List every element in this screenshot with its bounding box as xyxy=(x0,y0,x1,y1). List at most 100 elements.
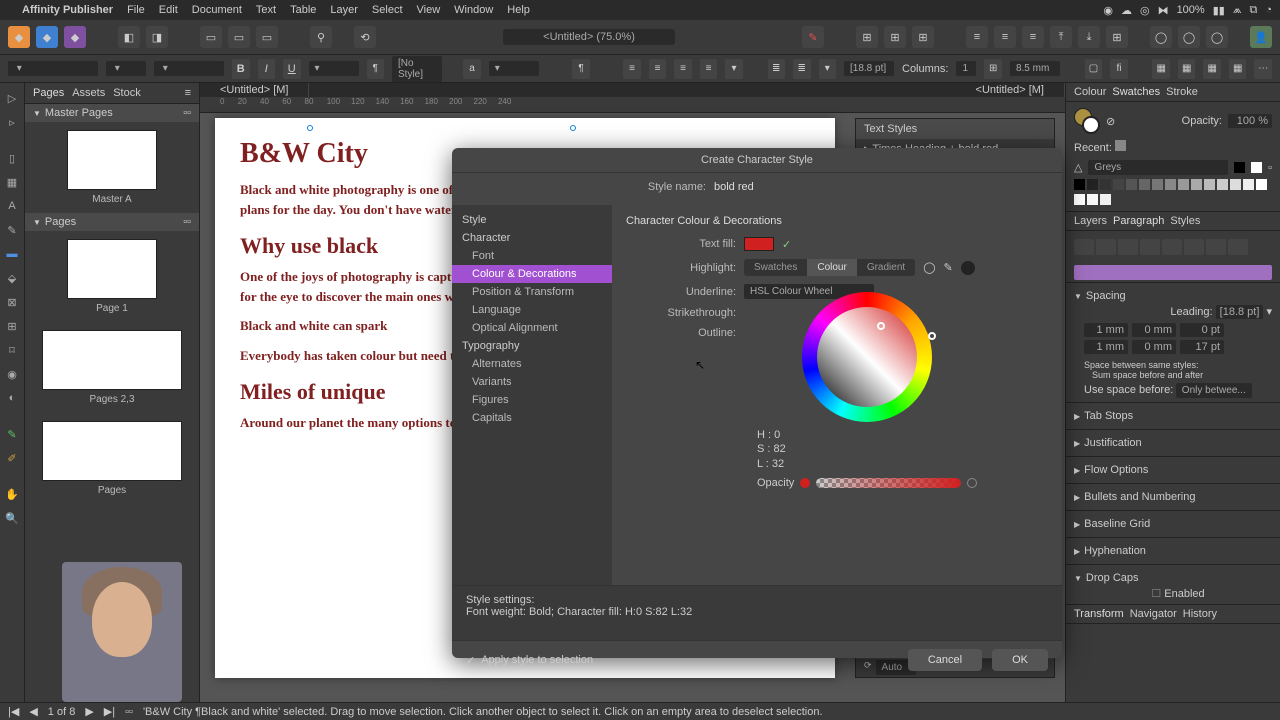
opacity-value[interactable]: 100 % xyxy=(1228,114,1272,128)
wifi-icon[interactable]: ⩕ xyxy=(1233,4,1242,17)
side-typography[interactable]: Typography xyxy=(452,337,612,355)
toolbar-snap-1[interactable]: ◯ xyxy=(1150,26,1172,48)
toolbar-align-2[interactable]: ⊞ xyxy=(884,26,906,48)
seg-swatches[interactable]: Swatches xyxy=(744,259,807,276)
vector-crop-tool[interactable]: ⌑ xyxy=(3,341,21,359)
cc-icon[interactable]: ◎ xyxy=(1140,4,1150,17)
colour-mode-segmented[interactable]: Swatches Colour Gradient xyxy=(744,259,915,276)
selection-handle[interactable] xyxy=(307,125,313,131)
text-fill-colour[interactable] xyxy=(744,237,774,251)
nav-first-icon[interactable]: |◀ xyxy=(8,705,19,718)
toolbar-arrange-2[interactable]: ≡ xyxy=(994,26,1016,48)
fill-tool[interactable]: ◉ xyxy=(3,365,21,383)
seg-gradient[interactable]: Gradient xyxy=(857,259,915,276)
tab-layers[interactable]: Layers xyxy=(1074,215,1107,227)
side-language[interactable]: Language xyxy=(452,301,612,319)
first-line-indent[interactable]: 1 mm xyxy=(1084,340,1128,354)
sw-white[interactable] xyxy=(1251,162,1262,173)
recent-swatch[interactable] xyxy=(1115,140,1126,151)
columns-field[interactable]: 1 xyxy=(956,61,976,76)
char-style-dropdown[interactable]: ▾ xyxy=(309,61,359,76)
leading-field[interactable]: [18.8 pt] xyxy=(844,61,894,76)
page-1-thumb[interactable]: Page 1 xyxy=(25,231,199,322)
seg-colour[interactable]: Colour xyxy=(807,259,856,276)
toolbar-pin-icon[interactable]: ✎ xyxy=(802,26,824,48)
nav-prev-icon[interactable]: ◀ xyxy=(29,705,37,718)
toolbar-arrange-6[interactable]: ⊞ xyxy=(1106,26,1128,48)
rect-tool[interactable]: ▬ xyxy=(3,245,21,263)
text-frame-tool[interactable]: ▯ xyxy=(3,149,21,167)
tab-paragraph[interactable]: Paragraph xyxy=(1113,215,1164,227)
doc-tab-1[interactable]: <Untitled> [M] xyxy=(200,83,309,97)
toolbar-account-icon[interactable]: 👤 xyxy=(1250,26,1272,48)
toolbar-arrange-3[interactable]: ≡ xyxy=(1022,26,1044,48)
colour-picker-tool[interactable]: ✎ xyxy=(3,425,21,443)
side-character[interactable]: Character xyxy=(452,229,612,247)
gutter-field[interactable]: 8.5 mm xyxy=(1010,61,1060,76)
para-align-4[interactable] xyxy=(1140,239,1160,255)
tab-pages[interactable]: Pages xyxy=(33,87,64,99)
list-bullet-button[interactable]: ≣ xyxy=(768,59,786,79)
side-colour-decorations[interactable]: Colour & Decorations xyxy=(452,265,612,283)
toolbar-arrange-1[interactable]: ≡ xyxy=(966,26,988,48)
para-align-8[interactable] xyxy=(1228,239,1248,255)
frame-opts-1[interactable]: ▢ xyxy=(1085,59,1103,79)
align-menu-button[interactable]: ▾ xyxy=(725,59,743,79)
node-tool[interactable]: ▹ xyxy=(3,113,21,131)
toolbar-snap-3[interactable]: ◯ xyxy=(1206,26,1228,48)
tab-history[interactable]: History xyxy=(1183,608,1217,620)
side-variants[interactable]: Variants xyxy=(452,373,612,391)
para-align-5[interactable] xyxy=(1162,239,1182,255)
fill-stroke-selector[interactable] xyxy=(1074,108,1100,134)
para-align-6[interactable] xyxy=(1184,239,1204,255)
para-align-1[interactable] xyxy=(1074,239,1094,255)
artistic-text-tool[interactable]: A xyxy=(3,197,21,215)
toolbar-btn-4[interactable]: ▭ xyxy=(228,26,250,48)
ok-button[interactable]: OK xyxy=(992,649,1048,671)
side-capitals[interactable]: Capitals xyxy=(452,409,612,427)
menu-window[interactable]: Window xyxy=(454,4,493,16)
style-icon[interactable]: ¶ xyxy=(367,59,385,79)
bluetooth-icon[interactable]: ⧓ xyxy=(1158,4,1169,17)
persona-publisher-icon[interactable]: ◆ xyxy=(8,26,30,48)
align-right-button[interactable]: ≡ xyxy=(674,59,692,79)
toolbar-anchor-icon[interactable]: ⚲ xyxy=(310,26,332,48)
zoom-tool[interactable]: 🔍 xyxy=(3,509,21,527)
place-tool[interactable]: ⊞ xyxy=(3,317,21,335)
menu-view[interactable]: View xyxy=(417,4,441,16)
baseline-2[interactable]: ▦ xyxy=(1178,59,1196,79)
tab-styles[interactable]: Styles xyxy=(1170,215,1200,227)
palette-type-icon[interactable]: △ xyxy=(1074,161,1082,174)
baseline-1[interactable]: ▦ xyxy=(1152,59,1170,79)
menu-help[interactable]: Help xyxy=(507,4,530,16)
side-optical[interactable]: Optical Alignment xyxy=(452,319,612,337)
cloud-icon[interactable]: ☁ xyxy=(1121,4,1132,17)
toolbar-align-1[interactable]: ⊞ xyxy=(856,26,878,48)
enabled-checkbox[interactable]: ☐ Enabled xyxy=(1074,587,1272,600)
nav-next-icon[interactable]: ▶ xyxy=(85,705,93,718)
toolbar-btn-3[interactable]: ▭ xyxy=(200,26,222,48)
menu-edit[interactable]: Edit xyxy=(159,4,178,16)
para-style-dropdown[interactable]: [No Style] xyxy=(392,56,442,82)
control-center-icon[interactable]: ⧉ xyxy=(1249,4,1257,17)
leading-field[interactable]: [18.8 pt] xyxy=(1216,305,1264,319)
page-indicator[interactable]: 1 of 8 xyxy=(48,706,76,718)
char-a-dropdown[interactable]: ▾ xyxy=(489,61,539,76)
tab-assets[interactable]: Assets xyxy=(72,87,105,99)
right-indent[interactable]: 0 mm xyxy=(1132,323,1176,337)
text-styles-header[interactable]: Text Styles xyxy=(856,119,1054,139)
toolbar-arrange-5[interactable]: ⤓ xyxy=(1078,26,1100,48)
side-style[interactable]: Style xyxy=(452,211,612,229)
page-23-thumb[interactable]: Pages 2,3 xyxy=(25,322,199,413)
tab-stock[interactable]: Stock xyxy=(113,87,141,99)
side-font[interactable]: Font xyxy=(452,247,612,265)
page-45-thumb[interactable]: Pages xyxy=(25,413,199,504)
toolbar-link-icon[interactable]: ⟲ xyxy=(354,26,376,48)
flow-header[interactable]: ▶Flow Options xyxy=(1074,461,1272,479)
toolbar-align-3[interactable]: ⊞ xyxy=(912,26,934,48)
pages-view-icon[interactable]: ▫▫ xyxy=(183,216,191,228)
toolbar-snap-2[interactable]: ◯ xyxy=(1178,26,1200,48)
list-menu-button[interactable]: ▾ xyxy=(819,59,837,79)
nav-last-icon[interactable]: ▶| xyxy=(104,705,115,718)
align-center-button[interactable]: ≡ xyxy=(649,59,667,79)
